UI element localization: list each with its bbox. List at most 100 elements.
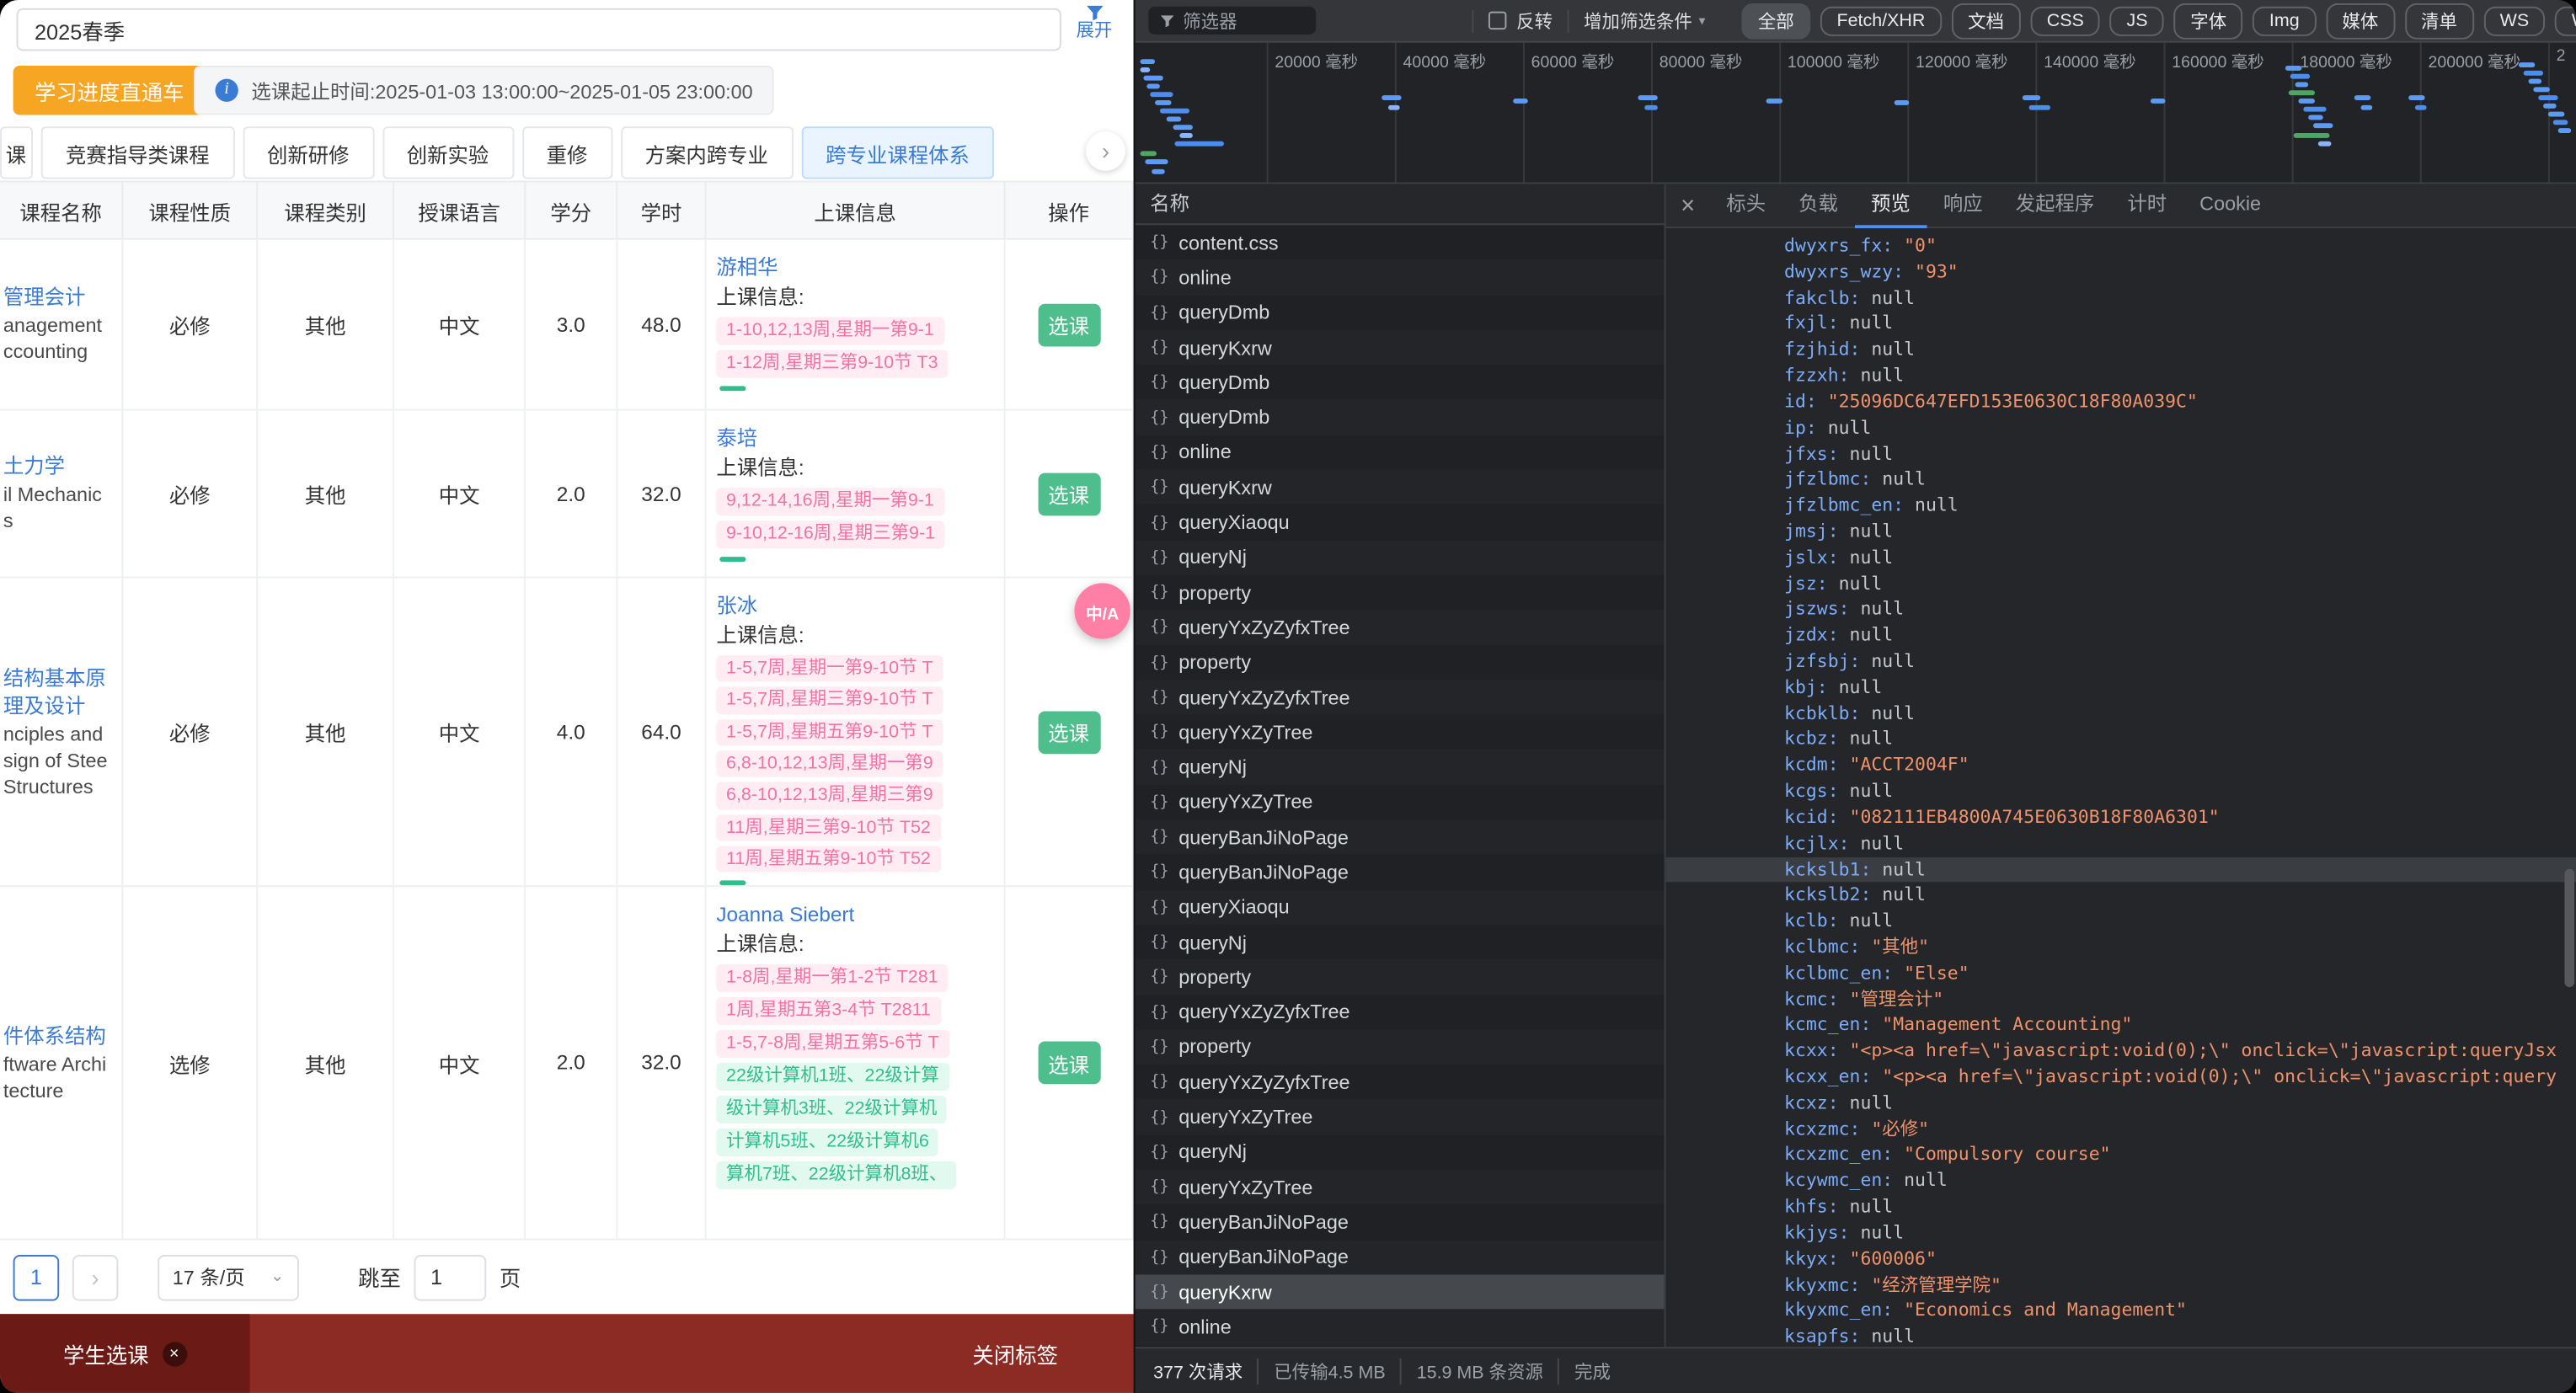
expand-control[interactable]: 展开 bbox=[1065, 5, 1124, 43]
course-name-link[interactable]: 结构基本原 bbox=[3, 664, 106, 692]
json-property[interactable]: jzfsbj: null bbox=[1666, 648, 2576, 675]
request-row[interactable]: {} online bbox=[1135, 259, 1665, 296]
request-row[interactable]: {} content.css bbox=[1136, 225, 1665, 260]
json-property[interactable]: dwyxrs_fx: "0" bbox=[1666, 233, 2576, 259]
category-tab[interactable]: 创新研修 bbox=[242, 126, 374, 179]
course-name-link[interactable]: 管理会计 bbox=[3, 284, 86, 312]
course-name-link[interactable]: 件体系结构 bbox=[3, 1022, 106, 1050]
detail-tab[interactable]: 负载 bbox=[1782, 184, 1855, 227]
request-row[interactable]: {} queryYxZyZyfxTree bbox=[1136, 995, 1665, 1030]
json-property[interactable]: jslx: null bbox=[1666, 545, 2576, 571]
json-property[interactable]: kcxx_en: "<p><a href=\"javascript:void(0… bbox=[1666, 1065, 2576, 1091]
request-row[interactable]: {} online bbox=[1135, 1309, 1665, 1345]
progress-shortcut-button[interactable]: 学习进度直通车 bbox=[13, 66, 206, 115]
request-row[interactable]: {} queryNj bbox=[1136, 1134, 1665, 1170]
close-tabs-button[interactable]: 关闭标签 bbox=[973, 1314, 1058, 1393]
request-row[interactable]: {} queryYxZyZyfxTree bbox=[1135, 610, 1665, 645]
json-property[interactable]: kcxx: "<p><a href=\"javascript:void(0);\… bbox=[1666, 1038, 2576, 1065]
filter-chip[interactable]: WS bbox=[2483, 5, 2546, 35]
name-column-header[interactable]: 名称 bbox=[1135, 184, 1665, 226]
request-row[interactable]: {} queryKxrw bbox=[1135, 329, 1665, 366]
request-row[interactable]: {} queryNj bbox=[1135, 750, 1665, 785]
request-row[interactable]: {} queryNj bbox=[1135, 540, 1665, 575]
jump-page-input[interactable]: 1 bbox=[414, 1254, 487, 1300]
request-row[interactable]: {} property bbox=[1135, 1029, 1665, 1065]
teacher-link[interactable]: 泰培 bbox=[716, 424, 757, 453]
json-property[interactable]: kcywmc_en: null bbox=[1666, 1168, 2576, 1194]
json-property[interactable]: kcdm: "ACCT2004F" bbox=[1666, 753, 2576, 779]
detail-tab[interactable]: 预览 bbox=[1854, 184, 1927, 227]
category-tab[interactable]: 重修 bbox=[521, 126, 612, 179]
detail-tab[interactable]: 响应 bbox=[1927, 184, 1999, 227]
json-property[interactable]: fakclb: null bbox=[1666, 286, 2576, 312]
json-property[interactable]: ksapfs: null bbox=[1666, 1324, 2576, 1347]
page-size-select[interactable]: 17 条/页 ⌄ bbox=[158, 1254, 299, 1300]
json-property[interactable]: kckslb2: null bbox=[1666, 883, 2576, 909]
teacher-link[interactable]: 游相华 bbox=[716, 253, 778, 282]
json-property[interactable]: jsz: null bbox=[1666, 571, 2576, 597]
teacher-link[interactable]: Joanna Siebert bbox=[716, 900, 854, 930]
json-property[interactable]: fzzxh: null bbox=[1666, 363, 2576, 389]
filter-chip[interactable]: JS bbox=[2110, 5, 2165, 35]
close-detail-icon[interactable]: × bbox=[1666, 191, 1710, 219]
request-row[interactable]: {} property bbox=[1136, 575, 1665, 611]
filter-chip[interactable]: 媒体 bbox=[2325, 2, 2395, 39]
json-property[interactable]: kcmc: "管理会计" bbox=[1666, 986, 2576, 1012]
request-row[interactable]: {} property bbox=[1136, 645, 1665, 680]
request-row[interactable]: {} queryXiaoqu bbox=[1135, 889, 1665, 925]
request-row[interactable]: {} queryXiaoqu bbox=[1136, 504, 1665, 540]
request-row[interactable]: {} queryYxZyTree bbox=[1136, 785, 1665, 820]
json-property[interactable]: jszws: null bbox=[1666, 597, 2576, 623]
filter-chip[interactable]: Fetch/XHR bbox=[1820, 5, 1942, 35]
json-property[interactable]: kcxzmc_en: "Compulsory course" bbox=[1666, 1142, 2576, 1168]
json-property[interactable]: dwyxrs_wzy: "93" bbox=[1666, 259, 2576, 286]
detail-tab[interactable]: 发起程序 bbox=[1999, 184, 2111, 227]
json-property[interactable]: ip: null bbox=[1666, 415, 2576, 441]
request-row[interactable]: {} queryKxrw bbox=[1135, 469, 1665, 505]
detail-tab[interactable]: 标头 bbox=[1710, 184, 1782, 227]
json-property[interactable]: kckslb1: null bbox=[1665, 857, 2576, 883]
detail-tab[interactable]: 计时 bbox=[2111, 184, 2183, 227]
request-row[interactable]: {} property bbox=[1135, 959, 1665, 995]
json-property[interactable]: kclbmc_en: "Else" bbox=[1666, 960, 2576, 986]
json-property[interactable]: kcmc_en: "Management Accounting" bbox=[1666, 1012, 2576, 1038]
request-row[interactable]: {} queryYxZyTree bbox=[1135, 1169, 1665, 1205]
select-course-button[interactable]: 选课 bbox=[1037, 302, 1100, 346]
translate-button[interactable]: 中/A bbox=[1074, 583, 1130, 639]
course-name-link[interactable]: 土力学 bbox=[3, 453, 65, 481]
json-property[interactable]: jmsj: null bbox=[1666, 519, 2576, 545]
select-course-button[interactable]: 选课 bbox=[1037, 472, 1100, 515]
request-row[interactable]: {} queryYxZyTree bbox=[1135, 1099, 1665, 1135]
filter-chip[interactable]: Img bbox=[2253, 5, 2317, 35]
select-course-button[interactable]: 选课 bbox=[1037, 1041, 1100, 1085]
request-row[interactable]: {} queryBanJiNoPage bbox=[1135, 1239, 1665, 1275]
json-property[interactable]: kkyx: "600006" bbox=[1666, 1246, 2576, 1273]
term-select[interactable]: 2025春季 bbox=[16, 8, 1061, 51]
json-property[interactable]: kclb: null bbox=[1666, 909, 2576, 935]
request-row[interactable]: {} queryDmb bbox=[1136, 295, 1665, 330]
category-tab[interactable]: 方案内跨专业 bbox=[620, 126, 794, 179]
json-property[interactable]: kcjlx: null bbox=[1666, 830, 2576, 857]
filter-chip[interactable]: CSS bbox=[2030, 5, 2101, 35]
json-property[interactable]: kkjys: null bbox=[1666, 1220, 2576, 1246]
category-tab[interactable]: 课 bbox=[0, 126, 34, 179]
json-property[interactable]: kcid: "082111EB4800A745E0630B18F80A6301" bbox=[1666, 804, 2576, 830]
detail-tab[interactable]: Cookie bbox=[2183, 184, 2278, 227]
close-tab-icon[interactable]: × bbox=[162, 1341, 187, 1366]
json-property[interactable]: kcxz: null bbox=[1666, 1091, 2576, 1117]
request-row[interactable]: {} queryBanJiNoPage bbox=[1136, 855, 1665, 890]
filter-chip[interactable]: 文档 bbox=[1951, 2, 2021, 39]
json-property[interactable]: fxjl: null bbox=[1666, 311, 2576, 337]
next-page-button[interactable]: › bbox=[72, 1254, 119, 1300]
request-row[interactable]: {} queryDmb bbox=[1135, 399, 1665, 435]
json-property[interactable]: kcxzmc: "必修" bbox=[1666, 1116, 2576, 1142]
network-filter-input[interactable]: 筛选器 bbox=[1148, 6, 1317, 35]
json-property[interactable]: kcbklb: null bbox=[1666, 701, 2576, 727]
teacher-link[interactable]: 张冰 bbox=[716, 591, 757, 621]
json-property[interactable]: kkyxmc_en: "Economics and Management" bbox=[1666, 1298, 2576, 1324]
request-row[interactable]: {} queryNj bbox=[1136, 925, 1665, 960]
json-property[interactable]: fzjhid: null bbox=[1666, 337, 2576, 363]
request-row[interactable]: {} queryBanJiNoPage bbox=[1135, 819, 1665, 855]
student-enrollment-tab[interactable]: 学生选课 × bbox=[0, 1314, 250, 1393]
request-row[interactable]: {} online bbox=[1136, 435, 1665, 470]
